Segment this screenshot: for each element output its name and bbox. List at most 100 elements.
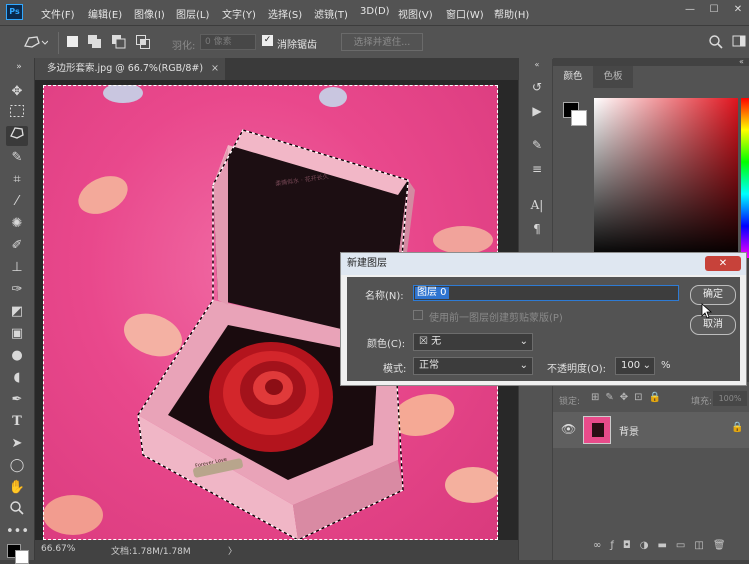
color-picker-field[interactable] — [594, 98, 738, 258]
search-icon[interactable] — [708, 34, 724, 50]
adjustments-panel-icon[interactable]: ✎ — [527, 136, 547, 154]
document-tab-bar: 多边形套索.jpg @ 66.7%(RGB/8#) × — [35, 58, 518, 80]
opacity-input[interactable]: 100 ⌄ — [615, 357, 655, 375]
document-info: 文档:1.78M/1.78M — [111, 547, 191, 557]
thumbnail-box — [592, 423, 604, 437]
paragraph-panel-icon[interactable]: ¶ — [527, 220, 547, 238]
dialog-titlebar: 新建图层 — [341, 253, 746, 275]
move-tool-icon[interactable]: ✥ — [6, 82, 28, 102]
add-selection-icon[interactable] — [88, 35, 102, 49]
subtract-selection-icon[interactable] — [112, 35, 126, 49]
workspace-icon[interactable] — [732, 34, 748, 50]
opacity-value: 100 — [621, 360, 641, 371]
menu-image[interactable]: 图像(I) — [134, 6, 165, 21]
pen-tool-icon[interactable]: ✒ — [6, 390, 28, 410]
menu-filter[interactable]: 滤镜(T) — [314, 6, 348, 21]
feather-input[interactable]: 0 像素 — [200, 34, 256, 50]
mode-select-value: 正常 — [419, 360, 439, 371]
menu-edit[interactable]: 编辑(E) — [88, 6, 122, 21]
cancel-button[interactable]: 取消 — [690, 315, 736, 335]
layer-name[interactable]: 背景 — [619, 423, 639, 438]
menu-help[interactable]: 帮助(H) — [494, 6, 529, 21]
blur-tool-icon[interactable]: ● — [6, 346, 28, 366]
hue-slider[interactable] — [741, 98, 749, 258]
lock-label: 锁定: — [559, 397, 581, 407]
eraser-tool-icon[interactable]: ◩ — [6, 302, 28, 322]
background-color-chip[interactable] — [571, 110, 587, 126]
opacity-unit: % — [661, 360, 671, 371]
tab-color[interactable]: 颜色 — [553, 66, 593, 88]
zoom-level[interactable]: 66.67% — [41, 544, 75, 554]
crop-tool-icon[interactable]: ⌗ — [6, 170, 28, 190]
chevron-down-icon: ⌄ — [519, 336, 528, 347]
select-and-mask-button[interactable]: 选择并遮住... — [341, 33, 423, 51]
color-select[interactable]: ☒ 无 ⌄ — [413, 333, 533, 351]
dialog-close-button[interactable]: ✕ — [705, 256, 741, 271]
close-window-button[interactable]: ✕ — [726, 2, 749, 18]
close-tab-icon[interactable]: × — [211, 58, 219, 80]
panel-header-strip — [553, 58, 749, 66]
clip-mask-label: 使用前一图层创建剪贴蒙版(P) — [429, 313, 563, 324]
gradient-tool-icon[interactable]: ▣ — [6, 324, 28, 344]
tab-swatches[interactable]: 色板 — [593, 66, 633, 88]
tools-panel: » ✥ ✎ ⌗ ⁄ ✺ ✐ ⊥ ✑ ◩ ▣ ● ◖ ✒ T ➤ ◯ ✋ ••• — [0, 58, 35, 564]
toolbar-collapse-icon[interactable]: » — [8, 62, 30, 72]
dock-expand-icon[interactable]: « — [527, 60, 547, 70]
type-tool-icon[interactable]: T — [6, 412, 28, 432]
document-tab[interactable]: 多边形套索.jpg @ 66.7%(RGB/8#) × — [35, 58, 225, 80]
maximize-button[interactable]: ☐ — [702, 2, 726, 18]
ok-button[interactable]: 确定 — [690, 285, 736, 305]
clone-stamp-tool-icon[interactable]: ⊥ — [6, 258, 28, 278]
intersect-selection-icon[interactable] — [136, 35, 150, 49]
actions-panel-icon[interactable]: ▶ — [527, 102, 547, 120]
layer-row[interactable]: 👁 背景 🔒 — [553, 412, 749, 448]
polygonal-lasso-icon — [24, 36, 49, 48]
tool-preset-picker[interactable] — [22, 34, 49, 52]
history-panel-icon[interactable]: ↺ — [527, 78, 547, 96]
history-brush-tool-icon[interactable]: ✑ — [6, 280, 28, 300]
menu-layer[interactable]: 图层(L) — [176, 6, 209, 21]
mode-select[interactable]: 正常 ⌄ — [413, 357, 533, 375]
properties-panel-icon[interactable]: ≡ — [527, 160, 547, 178]
fill-label: 填充: — [691, 397, 713, 407]
character-panel-icon[interactable]: A| — [527, 196, 547, 214]
menu-view[interactable]: 视图(V) — [398, 6, 433, 21]
minimize-button[interactable]: — — [678, 2, 702, 18]
menu-select[interactable]: 选择(S) — [268, 6, 302, 21]
name-input[interactable]: 图层 0 — [413, 285, 679, 301]
antialias-checkbox[interactable]: ✓ — [262, 35, 273, 46]
healing-brush-tool-icon[interactable]: ✺ — [6, 214, 28, 234]
divider — [58, 32, 59, 54]
menu-window[interactable]: 窗口(W) — [446, 6, 484, 21]
zoom-tool-icon[interactable] — [6, 500, 28, 520]
name-input-value: 图层 0 — [415, 287, 449, 299]
eyedropper-tool-icon[interactable]: ⁄ — [6, 192, 28, 212]
layers-footer-icons[interactable]: ∞ƒ◘◑▬▭◫🗑 — [593, 540, 743, 556]
options-bar: 羽化: 0 像素 ✓ 消除锯齿 选择并遮住... — [0, 25, 749, 59]
ellipse-tool-icon[interactable]: ◯ — [6, 456, 28, 476]
new-selection-icon[interactable] — [67, 36, 78, 47]
polygonal-lasso-tool-icon[interactable] — [6, 126, 28, 146]
marquee-tool-icon[interactable] — [6, 104, 28, 124]
status-arrow-icon[interactable]: 〉 — [228, 544, 237, 557]
menu-3d[interactable]: 3D(D) — [360, 6, 390, 17]
path-selection-tool-icon[interactable]: ➤ — [6, 434, 28, 454]
more-tools-icon[interactable]: ••• — [6, 522, 29, 542]
dodge-tool-icon[interactable]: ◖ — [6, 368, 28, 388]
background-color-swatch[interactable] — [15, 550, 29, 564]
lock-options-icons[interactable]: ⊞✎✥⊡🔒 — [591, 392, 667, 403]
brush-tool-icon[interactable]: ✐ — [6, 236, 28, 256]
feather-label: 羽化: — [172, 41, 196, 52]
clip-mask-checkbox[interactable] — [413, 310, 423, 320]
menu-type[interactable]: 文字(Y) — [222, 6, 256, 21]
fill-input[interactable]: 100% — [713, 391, 747, 406]
document-tab-title: 多边形套索.jpg @ 66.7%(RGB/8#) — [47, 63, 204, 74]
photoshop-logo: Ps — [6, 4, 23, 20]
hand-tool-icon[interactable]: ✋ — [6, 478, 28, 498]
panel-collapse-icon[interactable]: « — [739, 57, 744, 66]
menu-file[interactable]: 文件(F) — [41, 6, 75, 21]
visibility-eye-icon[interactable]: 👁 — [561, 422, 576, 436]
quick-selection-tool-icon[interactable]: ✎ — [6, 148, 28, 168]
menu-bar: Ps 文件(F) 编辑(E) 图像(I) 图层(L) 文字(Y) 选择(S) 滤… — [0, 0, 749, 25]
name-label: 名称(N): — [365, 291, 404, 302]
